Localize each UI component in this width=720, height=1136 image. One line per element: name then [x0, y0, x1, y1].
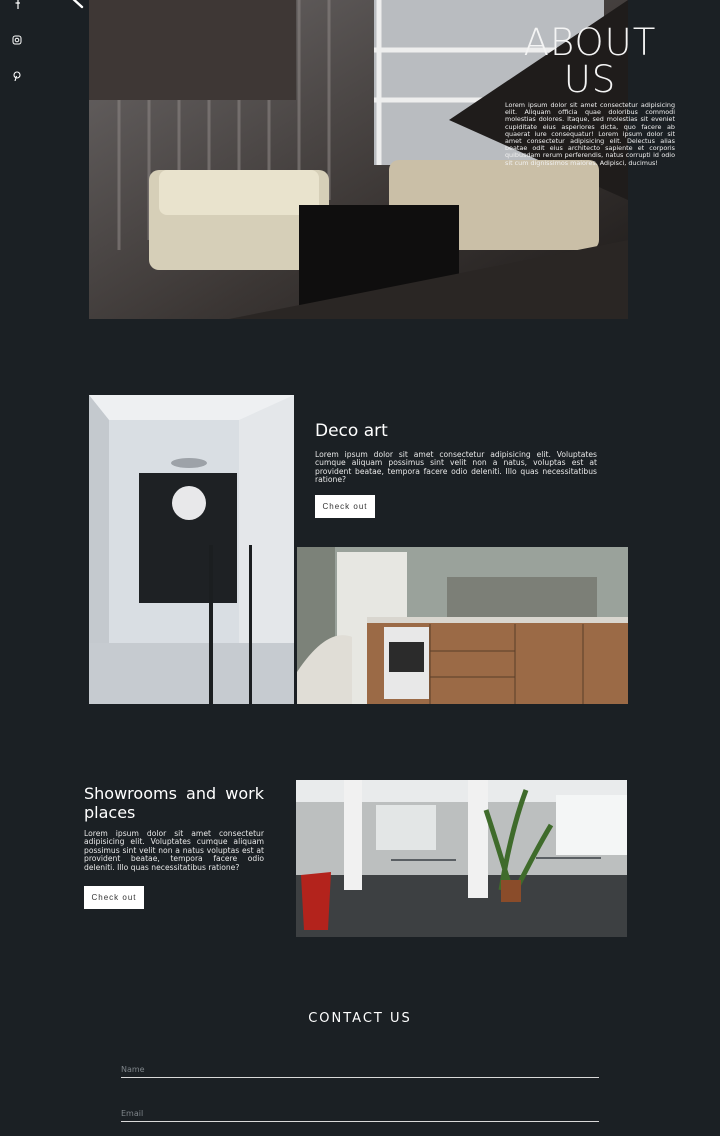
kitchen-image: [297, 547, 628, 704]
about-title: ABOUT US: [523, 21, 657, 101]
social-icons: [12, 0, 24, 102]
staircase-chandelier-image: [89, 395, 294, 704]
deco-check-out-button[interactable]: Check out: [315, 494, 375, 518]
showrooms-section: Showrooms and work places Lorem ipsum do…: [84, 784, 264, 910]
about-text: Lorem ipsum dolor sit amet consectetur a…: [505, 102, 675, 167]
contact-section: CONTACT US: [0, 1011, 720, 1026]
showrooms-text: Lorem ipsum dolor sit amet consectetur a…: [84, 829, 264, 872]
deco-text: Lorem ipsum dolor sit amet consectetur a…: [315, 450, 597, 485]
facebook-icon[interactable]: [12, 0, 22, 9]
office-showroom-image: [296, 780, 627, 937]
name-input[interactable]: [121, 1062, 599, 1078]
deco-title: Deco art: [315, 421, 388, 441]
instagram-icon[interactable]: [12, 30, 22, 45]
email-input[interactable]: [121, 1106, 599, 1122]
pinterest-icon[interactable]: [12, 66, 22, 82]
deco-art-section: Deco art Lorem ipsum dolor sit amet cons…: [315, 421, 597, 518]
logo-icon[interactable]: [70, 0, 84, 9]
showrooms-title: Showrooms and work places: [84, 784, 264, 822]
about-section: ABOUT US Lorem ipsum dolor sit amet conse…: [505, 24, 675, 168]
showrooms-check-out-button[interactable]: Check out: [84, 886, 144, 910]
contact-title: CONTACT US: [308, 1011, 412, 1026]
